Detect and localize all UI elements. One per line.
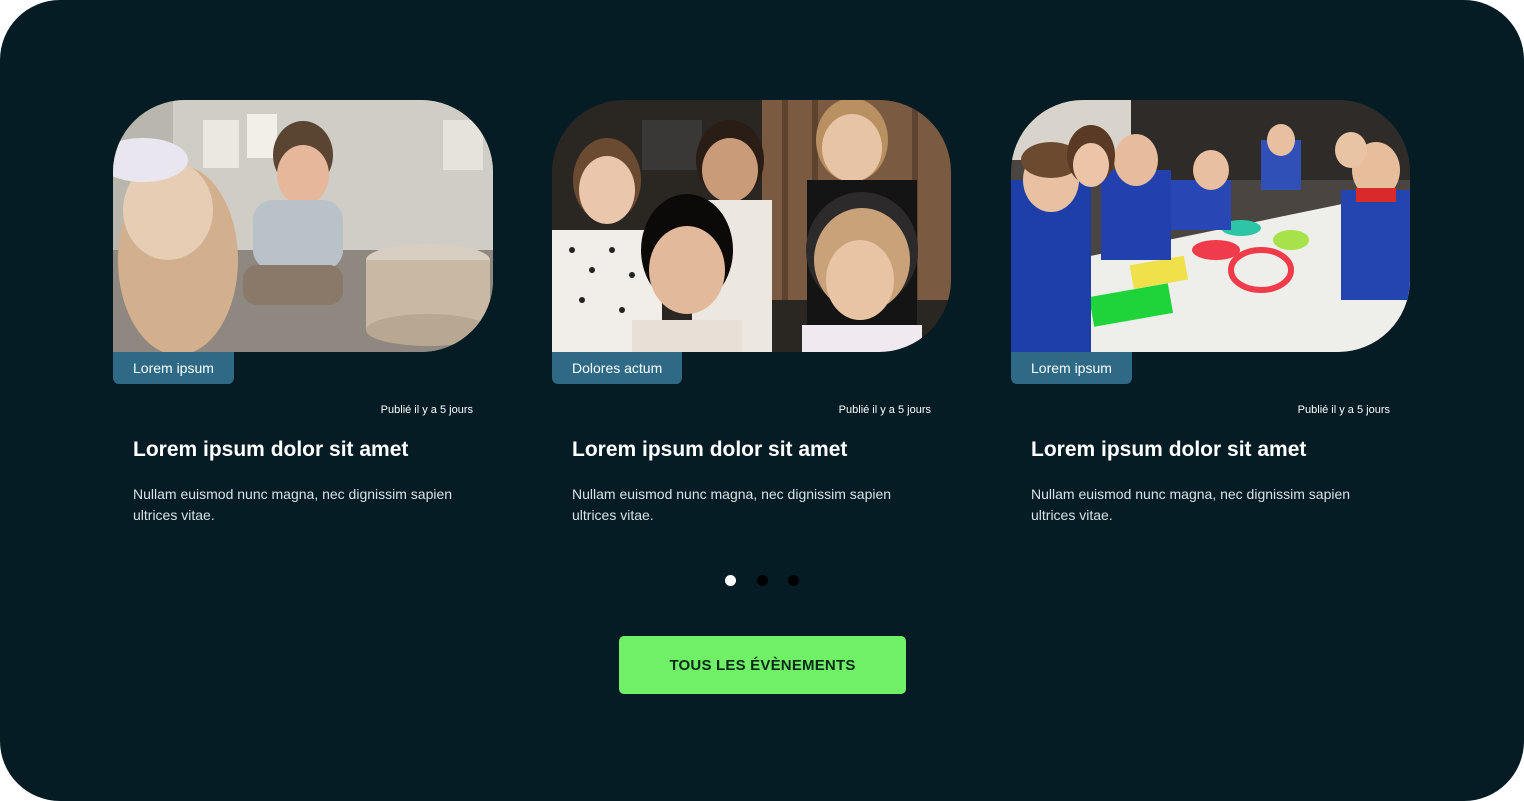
pagination-dot-2[interactable] bbox=[757, 575, 768, 586]
event-title[interactable]: Lorem ipsum dolor sit amet bbox=[572, 438, 847, 462]
publish-date: Publié il y a 5 jours bbox=[380, 404, 473, 416]
all-events-button[interactable]: TOUS LES ÉVÈNEMENTS bbox=[619, 636, 906, 694]
publish-date: Publié il y a 5 jours bbox=[1297, 404, 1390, 416]
event-title[interactable]: Lorem ipsum dolor sit amet bbox=[133, 438, 408, 462]
event-card[interactable]: Dolores actum Publié il y a 5 jours Lore… bbox=[552, 100, 951, 523]
event-card[interactable]: Lorem ipsum Publié il y a 5 jours Lorem … bbox=[113, 100, 493, 523]
event-image[interactable] bbox=[552, 100, 951, 352]
category-tag[interactable]: Dolores actum bbox=[552, 352, 683, 384]
painting-banner-image bbox=[1011, 100, 1410, 352]
pottery-workshop-image bbox=[113, 100, 493, 352]
carousel-pagination bbox=[725, 575, 801, 587]
publish-date: Publié il y a 5 jours bbox=[838, 404, 931, 416]
event-description: Nullam euismod nunc magna, nec dignissim… bbox=[572, 486, 892, 523]
headphones-studio-image bbox=[552, 100, 951, 352]
events-section: Lorem ipsum Publié il y a 5 jours Lorem … bbox=[0, 0, 1524, 801]
category-tag[interactable]: Lorem ipsum bbox=[113, 352, 234, 384]
event-image[interactable] bbox=[113, 100, 493, 352]
event-image[interactable] bbox=[1011, 100, 1410, 352]
event-description: Nullam euismod nunc magna, nec dignissim… bbox=[133, 486, 453, 523]
category-tag[interactable]: Lorem ipsum bbox=[1011, 352, 1132, 384]
event-card[interactable]: Lorem ipsum Publié il y a 5 jours Lorem … bbox=[1011, 100, 1410, 523]
event-description: Nullam euismod nunc magna, nec dignissim… bbox=[1031, 486, 1351, 523]
event-title[interactable]: Lorem ipsum dolor sit amet bbox=[1031, 438, 1306, 462]
pagination-dot-1[interactable] bbox=[725, 575, 736, 586]
pagination-dot-3[interactable] bbox=[788, 575, 799, 586]
